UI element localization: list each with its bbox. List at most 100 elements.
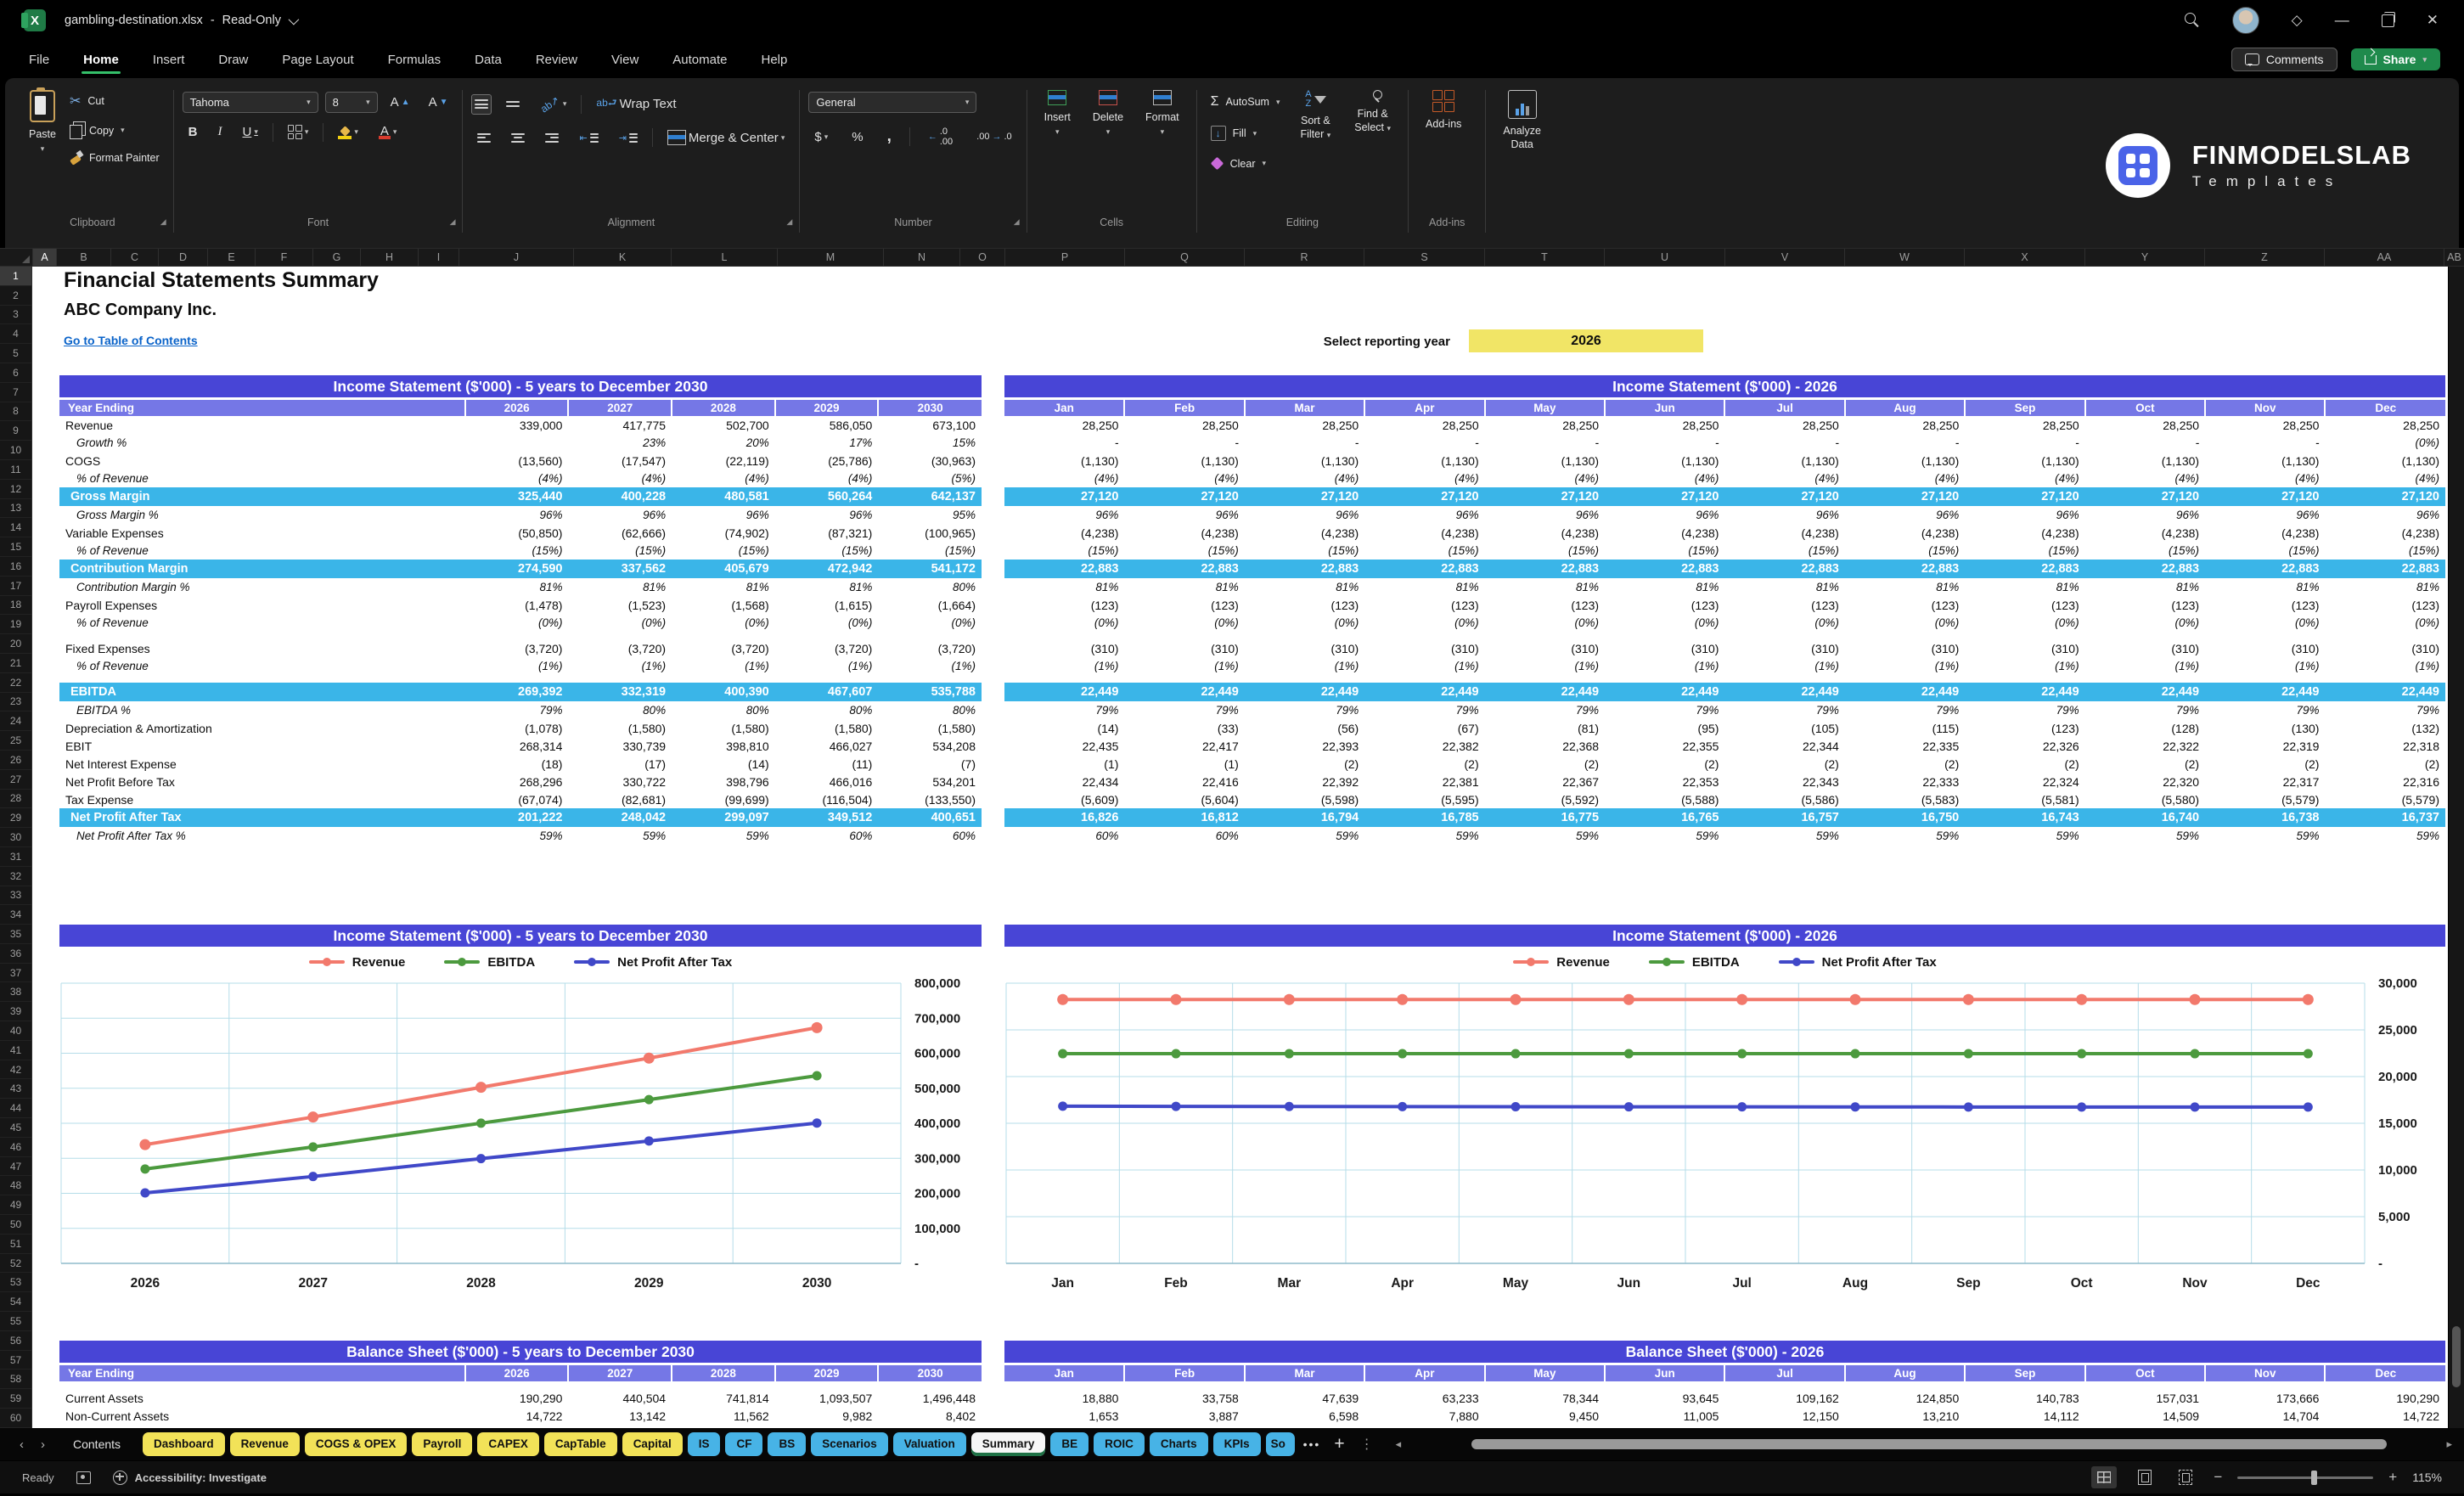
column-header-S[interactable]: S (1364, 249, 1485, 266)
cell[interactable]: 80% (672, 701, 775, 719)
cell[interactable]: (310) (1724, 639, 1844, 657)
zoom-level[interactable]: 115% (2412, 1471, 2442, 1484)
cell[interactable]: 79% (1724, 701, 1844, 719)
cell[interactable]: 22,434 (1004, 773, 1124, 790)
cell[interactable]: 96% (568, 506, 672, 524)
cell[interactable]: 79% (465, 701, 569, 719)
cell[interactable]: (1%) (568, 657, 672, 675)
cell[interactable]: (1%) (1845, 657, 1965, 675)
cell[interactable]: 22,449 (2205, 683, 2326, 701)
cell[interactable]: 9,982 (775, 1407, 879, 1425)
page-break-view-button[interactable] (2173, 1466, 2198, 1488)
cell[interactable]: 22,883 (1724, 560, 1845, 578)
cell[interactable]: (1,580) (878, 719, 982, 737)
cell[interactable]: 22,883 (1124, 560, 1245, 578)
cell[interactable]: (15%) (1605, 542, 1724, 560)
cell[interactable]: (133,550) (878, 790, 982, 808)
row-header-47[interactable]: 47 (0, 1157, 31, 1177)
cell[interactable]: (1%) (1965, 657, 2084, 675)
cell[interactable]: 27,120 (1605, 487, 1725, 506)
cell[interactable]: (4%) (1605, 470, 1724, 487)
cell[interactable]: (4,238) (1245, 524, 1364, 542)
cell[interactable]: 27,120 (2325, 487, 2445, 506)
cell[interactable]: 79% (2085, 701, 2205, 719)
cell[interactable]: - (1004, 434, 1124, 452)
cell[interactable]: (2) (2205, 755, 2325, 773)
cell[interactable]: (1,130) (2205, 452, 2325, 470)
cell[interactable]: (50,850) (465, 524, 569, 542)
fill-color-button[interactable]: ▾ (332, 121, 364, 143)
decrease-font-icon[interactable]: A ▼ (423, 92, 454, 113)
cell[interactable]: (1%) (775, 657, 879, 675)
column-header-D[interactable]: D (159, 249, 208, 266)
cell[interactable]: 502,700 (672, 416, 775, 434)
column-header-Z[interactable]: Z (2205, 249, 2325, 266)
cell[interactable]: (1,130) (1965, 452, 2084, 470)
cell[interactable]: (4%) (465, 470, 569, 487)
cell[interactable]: (99,699) (672, 790, 775, 808)
cell[interactable]: (128) (2085, 719, 2205, 737)
row-header-52[interactable]: 52 (0, 1254, 31, 1274)
cell[interactable]: (1,130) (1845, 452, 1965, 470)
cell[interactable]: 14,722 (2325, 1407, 2445, 1425)
macro-record-icon[interactable] (76, 1471, 91, 1484)
cell[interactable]: (22,119) (672, 452, 775, 470)
column-header-V[interactable]: V (1725, 249, 1845, 266)
paste-button[interactable]: Paste ▾ (20, 83, 65, 161)
cell[interactable]: 299,097 (672, 808, 775, 827)
cell[interactable]: - (1485, 434, 1605, 452)
cell[interactable]: (17) (568, 755, 672, 773)
cell[interactable]: (1%) (1724, 657, 1844, 675)
cell[interactable]: 17% (775, 434, 879, 452)
cell[interactable]: 332,319 (568, 683, 672, 701)
column-header-A[interactable]: A (33, 249, 57, 266)
cell[interactable]: (5,583) (1845, 790, 1965, 808)
cell[interactable]: 124,850 (1845, 1389, 1965, 1407)
col-header-2026[interactable]: 2026 (464, 400, 570, 416)
row-header-51[interactable]: 51 (0, 1234, 31, 1254)
row-header-26[interactable]: 26 (0, 751, 31, 770)
bold-button[interactable]: B (183, 121, 204, 143)
is-5yr-chart[interactable]: - 100,000 200,000 300,000 400,000 500,000 600,… (59, 976, 982, 1307)
row-header-17[interactable]: 17 (0, 576, 31, 596)
cell[interactable]: (0%) (775, 614, 879, 632)
row-label[interactable]: EBITDA % (59, 701, 465, 719)
row-header-5[interactable]: 5 (0, 344, 31, 363)
cell[interactable]: 59% (568, 827, 672, 845)
cell[interactable]: (15%) (1245, 542, 1364, 560)
cell[interactable]: 93,645 (1605, 1389, 1724, 1407)
cell[interactable]: 398,796 (672, 773, 775, 790)
cell[interactable]: 16,775 (1484, 808, 1606, 827)
column-header-O[interactable]: O (960, 249, 1005, 266)
col-header-Oct[interactable]: Oct (2084, 400, 2207, 416)
column-header-W[interactable]: W (1845, 249, 1965, 266)
cell[interactable]: - (1605, 434, 1724, 452)
cell[interactable]: (15%) (1965, 542, 2084, 560)
row-header-46[interactable]: 46 (0, 1138, 31, 1157)
cell[interactable]: 586,050 (775, 416, 879, 434)
cell[interactable]: (15%) (1485, 542, 1605, 560)
cell[interactable]: (1%) (465, 657, 569, 675)
cell[interactable]: 274,590 (464, 560, 569, 578)
cell[interactable]: (18) (465, 755, 569, 773)
cell[interactable]: (5,595) (1364, 790, 1484, 808)
cell[interactable]: 78,344 (1485, 1389, 1605, 1407)
cell[interactable]: (2) (2325, 755, 2445, 773)
cell[interactable]: 28,250 (1245, 416, 1364, 434)
cell[interactable]: (123) (1485, 596, 1605, 614)
row-label[interactable]: % of Revenue (59, 542, 465, 560)
cell[interactable]: 201,222 (464, 808, 569, 827)
cell[interactable]: 96% (2085, 506, 2205, 524)
cell[interactable]: (15%) (2325, 542, 2445, 560)
sheet-tab-summary[interactable]: Summary (970, 1432, 1046, 1456)
insert-cells-button[interactable]: Insert ▾ (1036, 83, 1079, 144)
cell[interactable]: (0%) (1485, 614, 1605, 632)
cell[interactable]: (5,579) (2205, 790, 2325, 808)
cell[interactable]: (5,580) (2085, 790, 2205, 808)
cell[interactable]: 59% (1845, 827, 1965, 845)
cell[interactable]: 22,449 (1124, 683, 1245, 701)
cell[interactable]: 33,758 (1124, 1389, 1244, 1407)
cell[interactable]: (1%) (1245, 657, 1364, 675)
cell[interactable]: (1,130) (1245, 452, 1364, 470)
cell[interactable]: (4%) (775, 470, 879, 487)
